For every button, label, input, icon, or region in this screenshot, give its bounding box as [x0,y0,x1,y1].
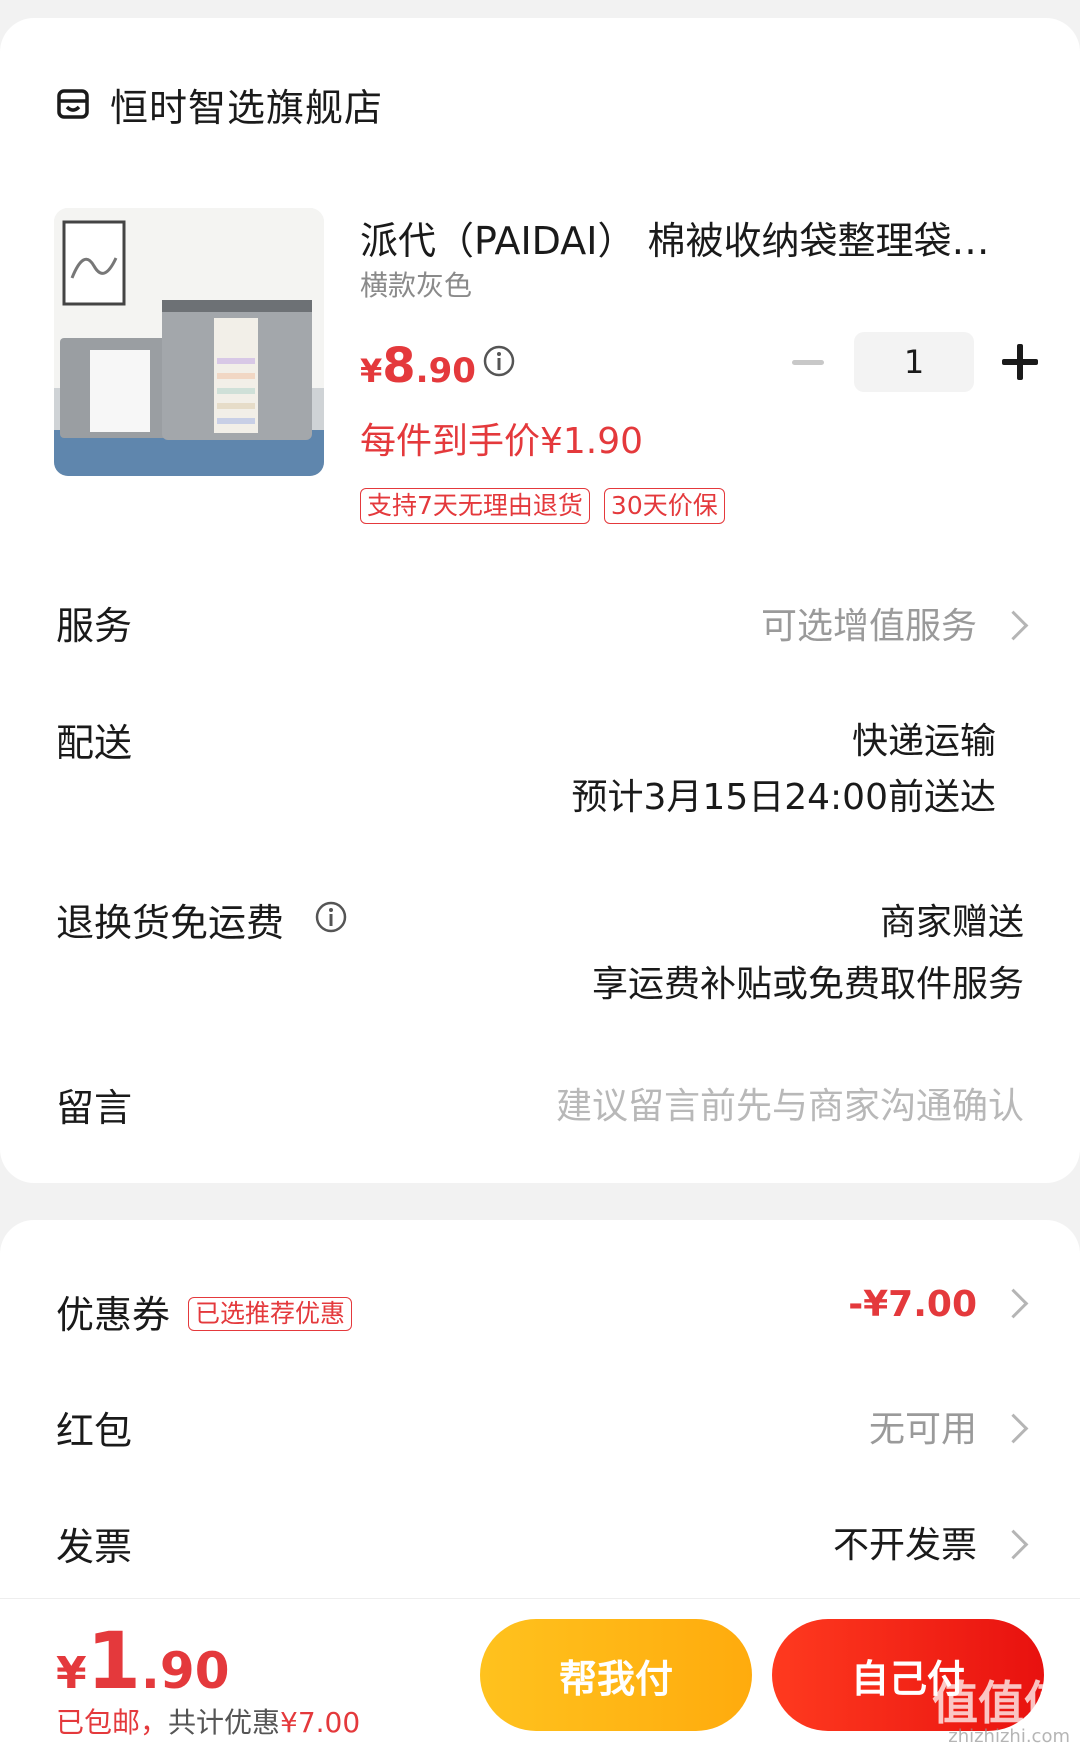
invoice-row[interactable]: 发票 不开发票 [56,1502,1029,1582]
return-shipping-provider: 商家赠送 [879,902,1024,943]
chevron-right-icon [998,1413,1029,1443]
total-price: ¥ 1 .90 [56,1617,229,1707]
quantity-stepper: 1 [786,332,1042,392]
delivery-label: 配送 [56,721,133,765]
product-tags: 支持7天无理由退货 30天价保 [360,488,739,524]
total-currency: ¥ [56,1648,87,1699]
store-icon [57,89,89,119]
coupon-value: -¥7.00 [848,1284,977,1325]
unit-price: ¥ 8 .90 [360,338,476,394]
service-row[interactable]: 服务 可选增值服务 [56,583,1029,663]
discount-card: 优惠券 已选推荐优惠 -¥7.00 红包 无可用 发票 不开发票 [0,1220,1080,1640]
watermark-logo: 值值值 zhizhizhi.com [932,1676,1070,1747]
product-image[interactable] [54,208,324,476]
delivery-method: 快递运输 [851,721,996,762]
coupon-badge: 已选推荐优惠 [188,1296,353,1331]
order-card: 恒时智选旗舰店 派代（PAIDAI） 棉被收纳袋整理袋… 横款灰色 ¥ 8 .9… [0,18,1080,1183]
total-decimal: .90 [140,1642,230,1700]
help-pay-button[interactable]: 帮我付 [480,1619,752,1731]
price-info-icon[interactable] [482,344,516,378]
delivery-row[interactable]: 配送 快递运输 预计3月15日24:00前送达 [56,698,1024,818]
invoice-label: 发票 [56,1525,133,1569]
quantity-field[interactable]: 1 [854,332,974,392]
message-input[interactable]: 建议留言前先与商家沟通确认 [556,1077,1024,1129]
message-row: 留言 建议留言前先与商家沟通确认 [56,1063,1024,1143]
message-label: 留言 [56,1086,133,1130]
return-shipping-row: 退换货免运费 商家赠送 享运费补贴或免费取件服务 [56,878,1024,1008]
price-decimal: .90 [415,351,476,391]
saving-value: ¥7.00 [280,1706,361,1739]
product-variant[interactable]: 横款灰色 [360,264,472,304]
chevron-right-icon [998,1529,1029,1559]
coupon-row[interactable]: 优惠券 已选推荐优惠 -¥7.00 [56,1270,1029,1350]
store-header[interactable]: 恒时智选旗舰店 [56,80,383,130]
price-currency: ¥ [360,352,383,390]
invoice-value: 不开发票 [832,1525,977,1566]
checkout-bar: ¥ 1 .90 已包邮，共计优惠¥7.00 帮我付 自己付 值值值 zhizhi… [0,1598,1080,1750]
tag-price-protection: 30天价保 [603,488,725,524]
decrease-button[interactable] [786,340,830,384]
service-value: 可选增值服务 [761,597,1029,649]
coupon-label: 优惠券 [56,1293,171,1337]
price-integer: 8 [382,338,416,394]
red-packet-label: 红包 [56,1409,133,1453]
return-shipping-label: 退换货免运费 [56,901,285,945]
product-title[interactable]: 派代（PAIDAI） 棉被收纳袋整理袋… [360,210,1000,265]
return-shipping-detail: 享运费补贴或免费取件服务 [591,964,1024,1005]
delivery-estimate: 预计3月15日24:00前送达 [571,777,996,818]
red-packet-row[interactable]: 红包 无可用 [56,1386,1029,1466]
chevron-right-icon [998,1288,1029,1318]
tag-return-policy: 支持7天无理由退货 [360,488,590,524]
return-info-icon[interactable] [314,900,348,934]
chevron-right-icon [998,610,1029,640]
shipping-note: 已包邮， [56,1706,169,1739]
store-name[interactable]: 恒时智选旗舰店 [110,77,383,132]
red-packet-value: 无可用 [868,1409,977,1450]
increase-button[interactable] [998,340,1042,384]
total-integer: 1 [86,1617,141,1707]
service-label: 服务 [56,604,133,648]
total-summary: 已包邮，共计优惠¥7.00 [56,1701,360,1741]
per-item-price: 每件到手价¥1.90 [360,421,644,462]
saving-prefix: 共计优惠 [168,1706,281,1739]
